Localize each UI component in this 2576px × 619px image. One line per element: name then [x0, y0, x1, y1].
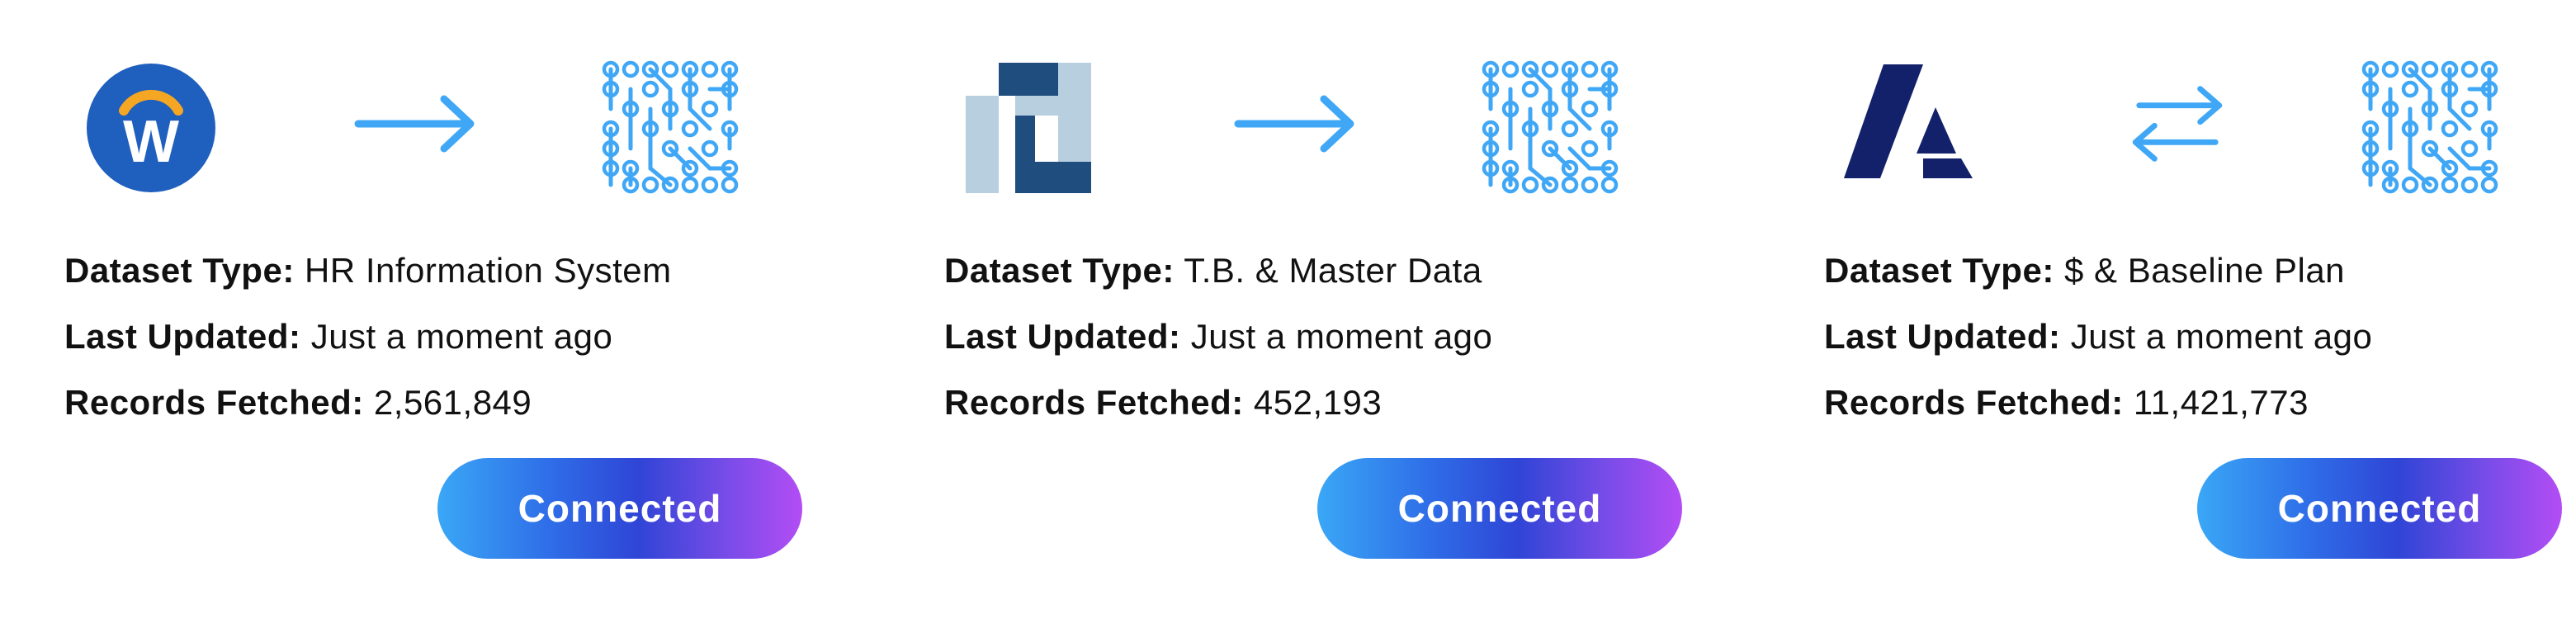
workday-logo-icon: W	[81, 58, 221, 198]
last-updated-label: Last Updated:	[944, 317, 1181, 356]
dataset-info: Dataset Type: $ & Baseline Plan Last Upd…	[1824, 238, 2576, 436]
dataset-type-row: Dataset Type: $ & Baseline Plan	[1824, 238, 2576, 304]
workday-logo-letter: W	[123, 109, 179, 175]
last-updated-value: Just a moment ago	[310, 317, 613, 356]
dataset-type-value: HR Information System	[304, 251, 672, 290]
circuit-grid-icon	[601, 59, 741, 196]
records-fetched-label: Records Fetched:	[64, 383, 364, 422]
arrows-bidirectional-icon	[2111, 83, 2243, 165]
records-fetched-row: Records Fetched: 452,193	[944, 370, 1770, 436]
last-updated-label: Last Updated:	[1824, 317, 2061, 356]
arrow-right-icon	[1231, 83, 1364, 165]
last-updated-value: Just a moment ago	[1190, 317, 1493, 356]
last-updated-label: Last Updated:	[64, 317, 301, 356]
records-fetched-row: Records Fetched: 2,561,849	[64, 370, 890, 436]
connector-card-anaplan: Dataset Type: $ & Baseline Plan Last Upd…	[1824, 0, 2576, 619]
circuit-grid-icon	[1481, 59, 1621, 196]
dataset-type-row: Dataset Type: HR Information System	[64, 238, 890, 304]
circuit-grid-icon	[2361, 59, 2501, 196]
dataset-type-row: Dataset Type: T.B. & Master Data	[944, 238, 1770, 304]
arrow-right-icon	[352, 83, 484, 165]
records-fetched-value: 2,561,849	[373, 383, 532, 422]
dataset-type-label: Dataset Type:	[1824, 251, 2054, 290]
last-updated-row: Last Updated: Just a moment ago	[64, 304, 890, 370]
records-fetched-label: Records Fetched:	[944, 383, 1244, 422]
last-updated-row: Last Updated: Just a moment ago	[1824, 304, 2576, 370]
records-fetched-value: 11,421,773	[2133, 383, 2309, 422]
dataset-type-label: Dataset Type:	[944, 251, 1175, 290]
netsuite-logo-icon	[961, 58, 1101, 198]
last-updated-row: Last Updated: Just a moment ago	[944, 304, 1770, 370]
connected-button[interactable]: Connected	[437, 458, 802, 559]
dataset-type-label: Dataset Type:	[64, 251, 295, 290]
records-fetched-label: Records Fetched:	[1824, 383, 2124, 422]
last-updated-value: Just a moment ago	[2070, 317, 2373, 356]
connected-button[interactable]: Connected	[2197, 458, 2562, 559]
connector-card-workday: W Dataset Type: HR Information System La…	[64, 0, 890, 619]
connected-button[interactable]: Connected	[1317, 458, 1682, 559]
dataset-info: Dataset Type: T.B. & Master Data Last Up…	[944, 238, 1770, 436]
records-fetched-value: 452,193	[1253, 383, 1383, 422]
records-fetched-row: Records Fetched: 11,421,773	[1824, 370, 2576, 436]
connector-card-netsuite: Dataset Type: T.B. & Master Data Last Up…	[944, 0, 1770, 619]
dataset-type-value: T.B. & Master Data	[1184, 251, 1482, 290]
dataset-info: Dataset Type: HR Information System Last…	[64, 238, 890, 436]
anaplan-logo-icon	[1841, 58, 1981, 198]
dataset-type-value: $ & Baseline Plan	[2063, 251, 2346, 290]
